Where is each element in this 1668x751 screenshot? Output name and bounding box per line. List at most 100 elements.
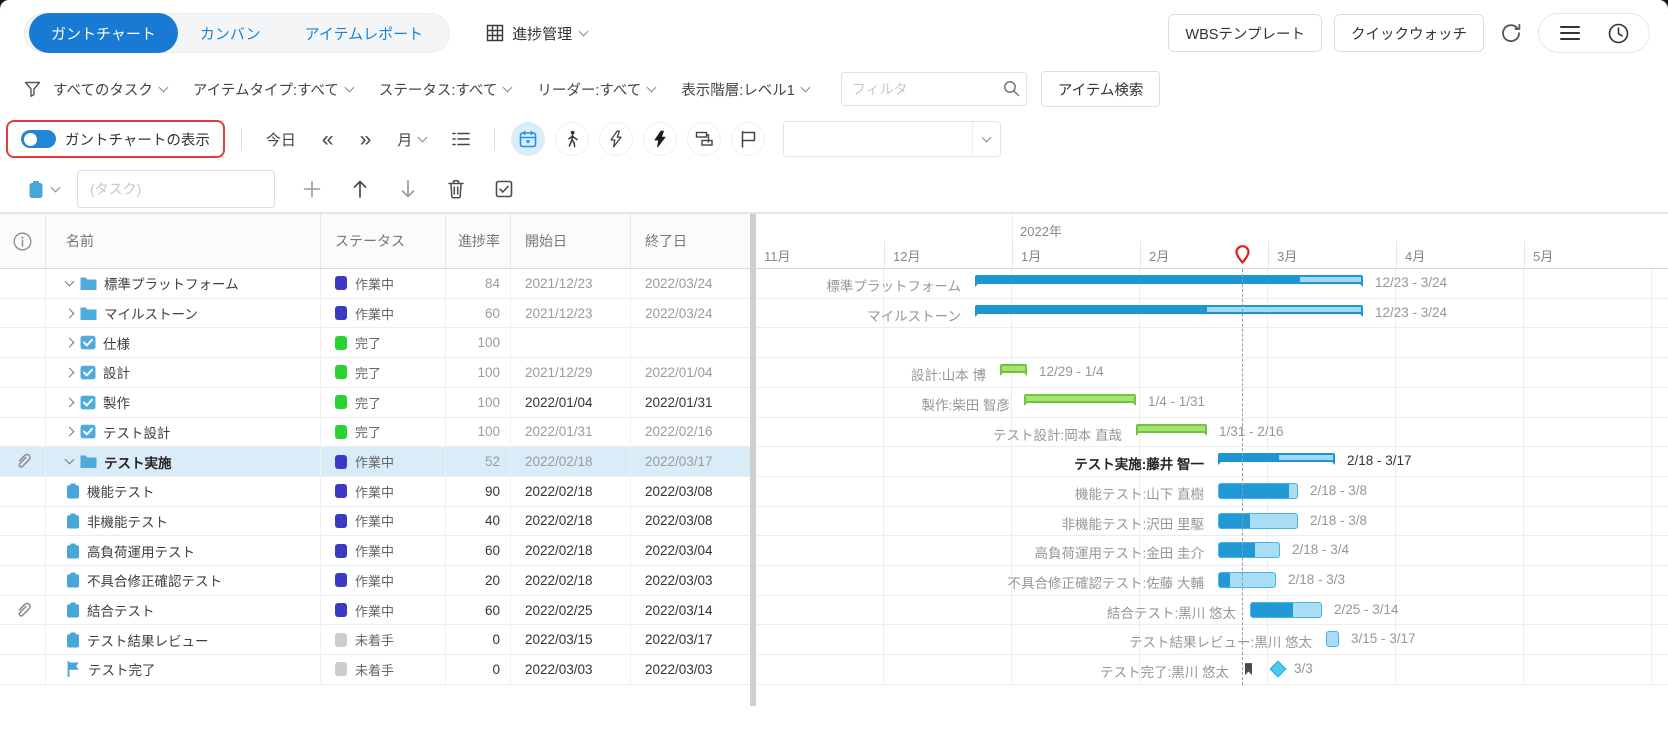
calendar-icon[interactable] bbox=[511, 122, 545, 156]
summary-bar[interactable] bbox=[975, 305, 1363, 314]
expand-arrow-icon[interactable] bbox=[65, 397, 75, 407]
quick-watch-button[interactable]: クイックウォッチ bbox=[1334, 14, 1484, 52]
gantt-row[interactable]: 非機能テスト:沢田 里駆2/18 - 3/8 bbox=[756, 507, 1668, 537]
gantt-visibility-toggle[interactable] bbox=[21, 130, 56, 148]
table-row[interactable]: 標準プラットフォーム作業中842021/12/232022/03/24 bbox=[0, 269, 750, 299]
lightning-icon[interactable] bbox=[643, 122, 677, 156]
task-bar[interactable] bbox=[1250, 602, 1322, 618]
quick-select-dropdown[interactable] bbox=[972, 122, 1000, 156]
summary-bar[interactable] bbox=[1024, 394, 1136, 403]
gantt-row[interactable] bbox=[756, 328, 1668, 358]
task-name[interactable]: 不具合修正確認テスト bbox=[87, 570, 222, 590]
task-name[interactable]: マイルストーン bbox=[104, 303, 198, 323]
filter-dropdown-3[interactable]: リーダー:すべて bbox=[537, 79, 655, 100]
summary-bar[interactable] bbox=[1000, 364, 1027, 373]
delete-button[interactable] bbox=[437, 170, 475, 208]
tab-gantt[interactable]: ガントチャート bbox=[29, 13, 178, 53]
collapse-arrow-icon[interactable] bbox=[65, 276, 75, 286]
expand-arrow-icon[interactable] bbox=[65, 308, 75, 318]
task-name[interactable]: 設計 bbox=[103, 362, 130, 382]
item-search-button[interactable]: アイテム検索 bbox=[1041, 71, 1161, 107]
info-icon[interactable] bbox=[0, 214, 45, 268]
gantt-row[interactable]: テスト実施:藤井 智一2/18 - 3/17 bbox=[756, 447, 1668, 477]
column-header-name[interactable]: 名前 bbox=[45, 214, 320, 268]
menu-icon[interactable] bbox=[1555, 18, 1585, 48]
summary-bar[interactable] bbox=[975, 275, 1363, 284]
task-type-selector[interactable] bbox=[28, 180, 59, 199]
filter-dropdown-0[interactable]: すべてのタスク bbox=[53, 79, 167, 100]
gantt-row[interactable]: 機能テスト:山下 直樹2/18 - 3/8 bbox=[756, 477, 1668, 507]
gantt-row[interactable]: テスト完了:黒川 悠太3/3 bbox=[756, 655, 1668, 685]
gantt-row[interactable]: 標準プラットフォーム12/23 - 3/24 bbox=[756, 269, 1668, 299]
table-row[interactable]: テスト設計完了1002022/01/312022/02/16 bbox=[0, 418, 750, 448]
collapse-arrow-icon[interactable] bbox=[65, 455, 75, 465]
gantt-row[interactable]: テスト設計:岡本 直哉1/31 - 2/16 bbox=[756, 418, 1668, 448]
summary-bar[interactable] bbox=[1136, 424, 1207, 433]
move-up-button[interactable] bbox=[341, 170, 379, 208]
select-tasks-checkbox[interactable] bbox=[485, 170, 523, 208]
table-row[interactable]: 機能テスト作業中902022/02/182022/03/08 bbox=[0, 477, 750, 507]
summary-bar[interactable] bbox=[1218, 453, 1335, 462]
gantt-row[interactable]: 高負荷運用テスト:金田 圭介2/18 - 3/4 bbox=[756, 536, 1668, 566]
task-bar[interactable] bbox=[1218, 513, 1298, 529]
task-bar[interactable] bbox=[1218, 483, 1298, 499]
gantt-bars-icon[interactable] bbox=[687, 122, 721, 156]
task-name[interactable]: テスト実施 bbox=[104, 452, 172, 472]
table-row[interactable]: 設計完了1002021/12/292022/01/04 bbox=[0, 358, 750, 388]
task-name[interactable]: 仕様 bbox=[103, 333, 130, 353]
add-task-button[interactable] bbox=[293, 170, 331, 208]
table-row[interactable]: 仕様完了100 bbox=[0, 328, 750, 358]
scroll-left-button[interactable]: « bbox=[314, 129, 342, 150]
walking-person-icon[interactable] bbox=[555, 122, 589, 156]
column-header-start[interactable]: 開始日 bbox=[510, 214, 630, 268]
filter-dropdown-1[interactable]: アイテムタイプ:すべて bbox=[193, 79, 353, 100]
task-name[interactable]: テスト完了 bbox=[88, 659, 156, 679]
move-down-button[interactable] bbox=[389, 170, 427, 208]
column-header-status[interactable]: ステータス bbox=[320, 214, 445, 268]
expand-arrow-icon[interactable] bbox=[65, 427, 75, 437]
task-name[interactable]: 機能テスト bbox=[87, 481, 155, 501]
task-name[interactable]: 高負荷運用テスト bbox=[87, 541, 195, 561]
search-icon[interactable] bbox=[1003, 80, 1020, 97]
table-row[interactable]: 非機能テスト作業中402022/02/182022/03/08 bbox=[0, 507, 750, 537]
filter-dropdown-2[interactable]: ステータス:すべて bbox=[379, 79, 511, 100]
task-name[interactable]: 結合テスト bbox=[87, 600, 155, 620]
attachment-paperclip-icon[interactable] bbox=[0, 447, 45, 476]
column-header-end[interactable]: 終了日 bbox=[630, 214, 750, 268]
scroll-right-button[interactable]: » bbox=[352, 129, 380, 150]
board-selector[interactable]: 進捗管理 bbox=[486, 23, 587, 44]
new-task-input[interactable] bbox=[77, 170, 275, 208]
today-button[interactable]: 今日 bbox=[258, 129, 304, 150]
expand-arrow-icon[interactable] bbox=[65, 338, 75, 348]
task-name[interactable]: テスト結果レビュー bbox=[87, 630, 209, 650]
gantt-row[interactable]: テスト結果レビュー:黒川 悠太3/15 - 3/17 bbox=[756, 625, 1668, 655]
filter-dropdown-4[interactable]: 表示階層:レベル1 bbox=[681, 79, 809, 100]
table-row[interactable]: マイルストーン作業中602021/12/232022/03/24 bbox=[0, 299, 750, 329]
table-row[interactable]: 不具合修正確認テスト作業中202022/02/182022/03/03 bbox=[0, 566, 750, 596]
task-bar[interactable] bbox=[1218, 542, 1280, 558]
gantt-row[interactable]: 製作:柴田 智彦1/4 - 1/31 bbox=[756, 388, 1668, 418]
wbs-template-button[interactable]: WBSテンプレート bbox=[1168, 14, 1322, 52]
expand-arrow-icon[interactable] bbox=[65, 368, 75, 378]
filter-input[interactable] bbox=[841, 72, 1027, 106]
today-marker-pin[interactable] bbox=[1235, 245, 1250, 264]
task-name[interactable]: 製作 bbox=[103, 392, 130, 412]
attachment-paperclip-icon[interactable] bbox=[0, 596, 45, 625]
task-name[interactable]: 標準プラットフォーム bbox=[104, 273, 239, 293]
timescale-selector[interactable]: 月 bbox=[389, 129, 434, 150]
gantt-row[interactable]: マイルストーン12/23 - 3/24 bbox=[756, 299, 1668, 329]
milestone-diamond[interactable] bbox=[1270, 661, 1287, 678]
clock-icon[interactable] bbox=[1603, 18, 1633, 48]
table-row[interactable]: 製作完了1002022/01/042022/01/31 bbox=[0, 388, 750, 418]
refresh-icon[interactable] bbox=[1496, 18, 1526, 48]
tab-kanban[interactable]: カンバン bbox=[178, 13, 283, 53]
task-name[interactable]: 非機能テスト bbox=[87, 511, 168, 531]
table-row[interactable]: 高負荷運用テスト作業中602022/02/182022/03/04 bbox=[0, 536, 750, 566]
task-bar[interactable] bbox=[1326, 631, 1339, 647]
table-row[interactable]: テスト実施作業中522022/02/182022/03/17 bbox=[0, 447, 750, 477]
gantt-row[interactable]: 設計:山本 博12/29 - 1/4 bbox=[756, 358, 1668, 388]
outline-level-icon[interactable] bbox=[444, 122, 478, 156]
table-row[interactable]: テスト完了未着手02022/03/032022/03/03 bbox=[0, 655, 750, 685]
tab-item-report[interactable]: アイテムレポート bbox=[283, 13, 446, 53]
column-header-progress[interactable]: 進捗率 bbox=[445, 214, 510, 268]
